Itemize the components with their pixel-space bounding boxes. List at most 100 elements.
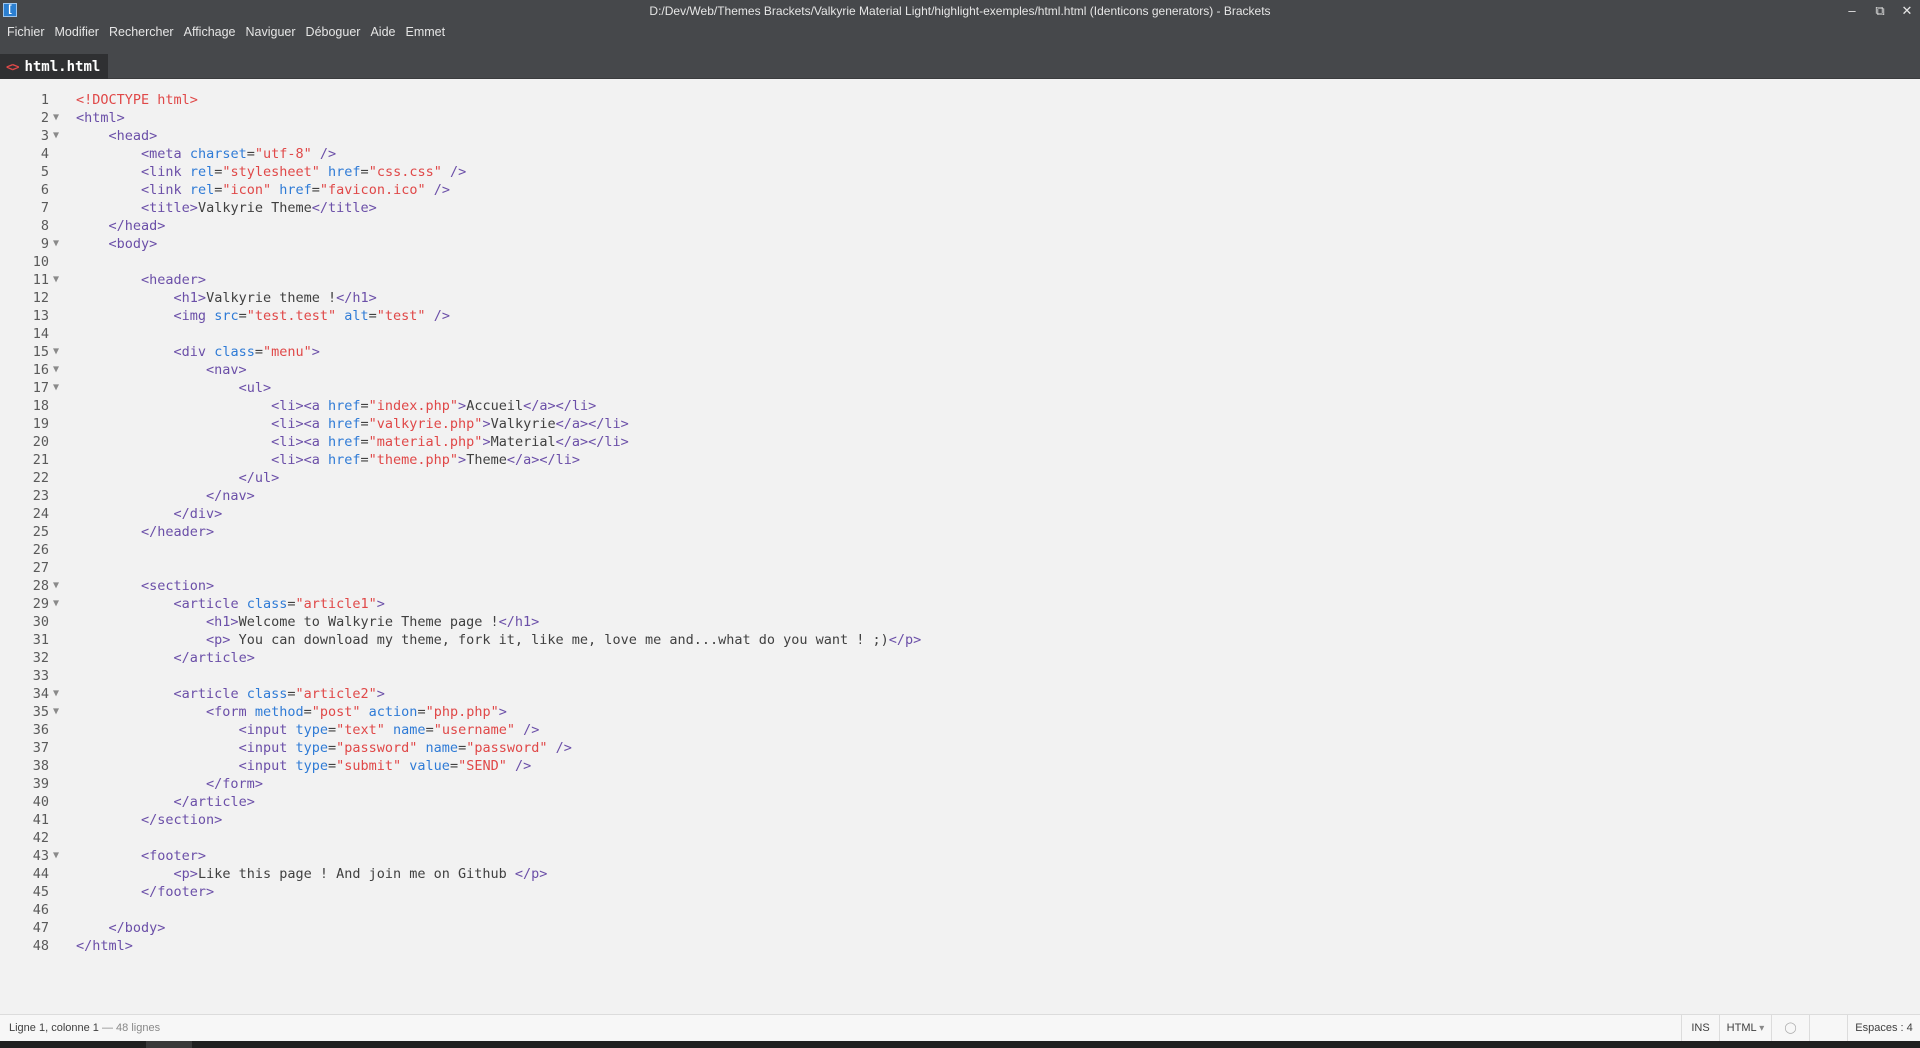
code-token: "password" xyxy=(336,740,418,756)
fold-toggle-icon[interactable]: ▼ xyxy=(53,271,63,289)
code-token: <li><a xyxy=(271,452,328,468)
code-token: href xyxy=(327,416,361,432)
code-editor[interactable]: 1 <!DOCTYPE html> 2 ▼ <html> 3 ▼ <head> 4 <meta… xyxy=(0,79,1920,1014)
line-number: 18 xyxy=(32,398,49,414)
close-button[interactable]: ✕ xyxy=(1893,0,1920,22)
fold-toggle-icon[interactable]: ▼ xyxy=(53,847,63,865)
tab-html-html[interactable]: <> html.html xyxy=(0,54,109,79)
cursor-position: Ligne 1, colonne 1 — 48 lignes xyxy=(9,1022,160,1034)
code-token: class xyxy=(214,344,255,360)
menu-item-naviguer[interactable]: Naviguer xyxy=(241,25,301,39)
code-text: </nav> xyxy=(76,487,255,505)
menu-item-aide[interactable]: Aide xyxy=(365,25,400,39)
line-number: 36 xyxy=(32,722,49,738)
line-number: 26 xyxy=(32,542,49,558)
fold-toggle-icon[interactable]: ▼ xyxy=(53,361,63,379)
code-token: Valkyrie theme ! xyxy=(206,290,337,306)
fold-toggle-icon[interactable]: ▼ xyxy=(53,577,63,595)
code-token: src xyxy=(214,308,239,324)
indent-setting[interactable]: Espaces : 4 xyxy=(1847,1015,1920,1041)
line-number: 7 xyxy=(40,200,49,216)
code-token: <div xyxy=(173,344,215,360)
menu-item-deboguer[interactable]: Déboguer xyxy=(301,25,366,39)
code-token: /> xyxy=(514,722,540,738)
code-token: Valkyrie xyxy=(490,416,556,432)
taskbar-button[interactable] xyxy=(146,1041,192,1048)
fold-toggle-icon[interactable]: ▼ xyxy=(53,703,63,721)
menu-item-affichage[interactable]: Affichage xyxy=(179,25,241,39)
menu-item-fichier[interactable]: Fichier xyxy=(2,25,50,39)
code-token: <nav> xyxy=(206,362,247,378)
code-token: <body> xyxy=(108,236,158,252)
fold-toggle-icon[interactable]: ▼ xyxy=(53,595,63,613)
code-text: <img src="test.test" alt="test" /> xyxy=(76,307,450,325)
line-number: 20 xyxy=(32,434,49,450)
code-text: <h1>Valkyrie theme !</h1> xyxy=(76,289,377,307)
insert-mode-toggle[interactable]: INS xyxy=(1681,1015,1719,1041)
code-text: <p>Like this page ! And join me on Githu… xyxy=(76,865,548,883)
code-text: <link rel="stylesheet" href="css.css" /> xyxy=(76,163,466,181)
line-number: 22 xyxy=(32,470,49,486)
line-number: 8 xyxy=(40,218,49,234)
code-token: > xyxy=(376,596,385,612)
code-token: = xyxy=(238,308,247,324)
line-number: 30 xyxy=(32,614,49,630)
code-token: href xyxy=(327,452,361,468)
lint-status-icon[interactable]: ◯ xyxy=(1771,1015,1809,1041)
menu-item-modifier[interactable]: Modifier xyxy=(50,25,104,39)
os-taskbar xyxy=(0,1041,1920,1048)
fold-toggle-icon[interactable]: ▼ xyxy=(53,235,63,253)
code-token: <!DOCTYPE html> xyxy=(76,92,198,108)
code-token: </title> xyxy=(311,200,377,216)
fold-toggle-icon[interactable]: ▼ xyxy=(53,343,63,361)
code-token: "css.css" xyxy=(368,164,442,180)
code-token: "article2" xyxy=(295,686,377,702)
code-token: rel xyxy=(189,164,215,180)
code-token: "text" xyxy=(336,722,385,738)
code-token: </p> xyxy=(514,866,548,882)
line-number: 15 xyxy=(32,344,49,360)
code-token: "valkyrie.php" xyxy=(368,416,483,432)
line-number: 48 xyxy=(32,938,49,954)
language-label: HTML xyxy=(1726,1022,1757,1034)
fold-toggle-icon[interactable]: ▼ xyxy=(53,127,63,145)
menu-item-emmet[interactable]: Emmet xyxy=(400,25,450,39)
line-number: 35 xyxy=(32,704,49,720)
code-token: /> xyxy=(425,182,450,198)
fold-toggle-icon[interactable]: ▼ xyxy=(53,379,63,397)
line-number: 2 xyxy=(40,110,49,126)
code-token: </a></li> xyxy=(555,416,629,432)
code-token: </div> xyxy=(173,506,223,522)
code-text: <section> xyxy=(76,577,214,595)
chevron-down-icon: ▾ xyxy=(1759,1023,1765,1034)
minimize-button[interactable]: – xyxy=(1838,0,1866,22)
brackets-app-icon[interactable]: [ xyxy=(3,3,17,17)
window-title: D:/Dev/Web/Themes Brackets/Valkyrie Mate… xyxy=(649,4,1271,18)
code-token: > xyxy=(458,398,467,414)
code-token: "php.php" xyxy=(425,704,499,720)
code-token: "utf-8" xyxy=(254,146,312,162)
code-token: </body> xyxy=(108,920,166,936)
fold-toggle-icon[interactable]: ▼ xyxy=(53,685,63,703)
code-token: Valkyrie Theme xyxy=(197,200,312,216)
code-text: <nav> xyxy=(76,361,247,379)
code-token: charset xyxy=(189,146,247,162)
menu-bar: Fichier Modifier Rechercher Affichage Navigu… xyxy=(0,22,1920,42)
code-token: You can download my theme, fork it, like… xyxy=(230,632,889,648)
code-text: <li><a href="valkyrie.php">Valkyrie</a><… xyxy=(76,415,629,433)
code-token: alt xyxy=(344,308,369,324)
language-selector[interactable]: HTML ▾ xyxy=(1719,1015,1771,1041)
restore-button[interactable]: ⧉ xyxy=(1866,0,1894,22)
menu-item-rechercher[interactable]: Rechercher xyxy=(104,25,179,39)
fold-toggle-icon[interactable]: ▼ xyxy=(53,109,63,127)
